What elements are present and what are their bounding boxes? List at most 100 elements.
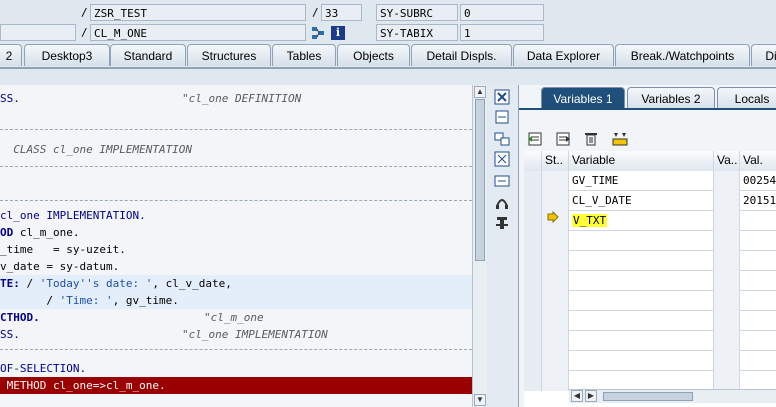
table-row-empty[interactable] xyxy=(524,231,776,251)
row-selector[interactable] xyxy=(524,191,542,211)
row-selector[interactable] xyxy=(524,371,542,391)
variable-cell[interactable] xyxy=(569,231,714,251)
variable-cell[interactable] xyxy=(569,311,714,331)
value-cell[interactable] xyxy=(740,351,776,371)
scroll-down-button[interactable]: ▼ xyxy=(474,394,486,406)
tab-standard[interactable]: Standard xyxy=(110,44,186,66)
code-line-2[interactable]: CLASS cl_one IMPLEMENTATION xyxy=(0,141,472,158)
sysfield-name-2[interactable]: SY-TABIX xyxy=(376,24,458,41)
row-selector[interactable] xyxy=(524,231,542,251)
value-cell[interactable] xyxy=(740,311,776,331)
tab-objects[interactable]: Objects xyxy=(337,44,410,66)
tab-break-watchpoints[interactable]: Break./Watchpoints xyxy=(615,44,750,66)
row-selector[interactable] xyxy=(524,331,542,351)
editor-vertical-scrollbar[interactable]: ▲ ▼ xyxy=(472,85,487,407)
table-row[interactable]: GV_TIME 00254 xyxy=(524,171,776,191)
column-header-status[interactable]: St.. xyxy=(542,151,569,171)
program-name-field[interactable]: ZSR_TEST xyxy=(90,4,306,21)
row-selector-header[interactable] xyxy=(524,151,542,171)
row-selector[interactable] xyxy=(524,351,542,371)
tab-variables-1[interactable]: Variables 1 xyxy=(541,87,625,109)
table-row-empty[interactable] xyxy=(524,291,776,311)
sysfield-value-1[interactable]: 0 xyxy=(460,4,544,21)
value-cell[interactable]: 00254 xyxy=(740,171,776,191)
row-selector[interactable] xyxy=(524,211,542,231)
tab-structures[interactable]: Structures xyxy=(187,44,271,66)
debugger-settings-icon[interactable] xyxy=(493,215,511,231)
hierarchy-icon[interactable] xyxy=(311,26,325,40)
table-row-empty[interactable] xyxy=(524,271,776,291)
services-icon[interactable] xyxy=(493,194,511,210)
variable-cell[interactable] xyxy=(569,371,714,391)
sysfield-name-1[interactable]: SY-SUBRC xyxy=(376,4,458,21)
variables-horizontal-scrollbar[interactable]: ◀ ▶ xyxy=(569,389,776,403)
table-row-empty[interactable] xyxy=(524,311,776,331)
code-line-3[interactable]: cl_one IMPLEMENTATION. xyxy=(0,207,472,224)
tab-locals[interactable]: Locals xyxy=(717,87,776,109)
code-line-4[interactable]: OD cl_m_one. xyxy=(0,224,472,241)
variable-cell-selected[interactable]: V_TXT xyxy=(569,211,714,231)
table-row-empty[interactable] xyxy=(524,371,776,391)
row-selector[interactable] xyxy=(524,291,542,311)
variable-cell[interactable] xyxy=(569,331,714,351)
table-row-empty[interactable] xyxy=(524,351,776,371)
source-editor[interactable]: SS. "cl_one DEFINITION CLASS cl_one IMPLE… xyxy=(0,85,472,407)
column-header-val[interactable]: Val. xyxy=(740,151,776,171)
tab-2[interactable]: 2 xyxy=(0,44,22,66)
code-line-8[interactable]: / 'Time: ', gv_time. xyxy=(0,292,472,309)
code-line-6[interactable]: v_date = sy-datum. xyxy=(0,258,472,275)
current-execution-line[interactable]: METHOD cl_one=>cl_m_one. xyxy=(0,377,472,394)
variable-cell[interactable] xyxy=(569,291,714,311)
full-screen-icon[interactable] xyxy=(493,173,511,189)
tab-di[interactable]: Di xyxy=(751,44,776,66)
scroll-right-button[interactable]: ▶ xyxy=(585,390,597,402)
code-line-5[interactable]: _time = sy-uzeit. xyxy=(0,241,472,258)
tab-tables[interactable]: Tables xyxy=(272,44,336,66)
value-cell[interactable] xyxy=(740,371,776,391)
value-cell[interactable] xyxy=(740,231,776,251)
column-header-va[interactable]: Va.. xyxy=(714,151,740,171)
value-cell[interactable] xyxy=(740,251,776,271)
row-selector[interactable] xyxy=(524,311,542,331)
value-cell[interactable] xyxy=(740,291,776,311)
scroll-thumb[interactable] xyxy=(475,99,485,261)
tab-data-explorer[interactable]: Data Explorer xyxy=(513,44,614,66)
sort-icon[interactable] xyxy=(611,131,628,147)
sysfield-value-2[interactable]: 1 xyxy=(460,24,544,41)
value-cell[interactable]: 20151 xyxy=(740,191,776,211)
value-cell[interactable] xyxy=(740,271,776,291)
new-tool-icon[interactable] xyxy=(493,109,511,125)
swap-tool-icon[interactable] xyxy=(493,131,511,147)
table-row-empty[interactable] xyxy=(524,251,776,271)
delete-icon[interactable] xyxy=(583,131,599,147)
horizontal-scroll-thumb[interactable] xyxy=(603,392,693,401)
variable-cell[interactable]: CL_V_DATE xyxy=(569,191,714,211)
code-line-10[interactable]: SS. "cl_one IMPLEMENTATION xyxy=(0,326,472,343)
table-row-empty[interactable] xyxy=(524,331,776,351)
tab-variables-2[interactable]: Variables 2 xyxy=(627,87,715,109)
code-line-1[interactable]: SS. "cl_one DEFINITION xyxy=(0,90,472,107)
value-cell[interactable] xyxy=(740,331,776,351)
variable-cell[interactable] xyxy=(569,271,714,291)
code-line-9[interactable]: CTHOD. "cl_m_one xyxy=(0,309,472,326)
tab-detail-displs[interactable]: Detail Displs. xyxy=(411,44,512,66)
code-line-7[interactable]: TE: / 'Today''s date: ', cl_v_date, xyxy=(0,275,472,292)
table-row[interactable]: CL_V_DATE 20151 xyxy=(524,191,776,211)
scroll-left-button[interactable]: ◀ xyxy=(571,390,583,402)
row-selector[interactable] xyxy=(524,271,542,291)
column-header-variable[interactable]: Variable xyxy=(569,151,714,171)
import-variables-icon[interactable] xyxy=(527,131,543,147)
export-variables-icon[interactable] xyxy=(555,131,571,147)
variable-cell[interactable] xyxy=(569,351,714,371)
close-icon[interactable] xyxy=(493,89,511,105)
tab-desktop3[interactable]: Desktop3 xyxy=(24,44,110,66)
scroll-up-button[interactable]: ▲ xyxy=(474,86,486,98)
row-selector[interactable] xyxy=(524,171,542,191)
line-number-field[interactable]: 33 xyxy=(321,4,362,21)
value-cell[interactable] xyxy=(740,211,776,231)
row-selector[interactable] xyxy=(524,251,542,271)
maximize-icon[interactable] xyxy=(493,151,511,167)
table-row[interactable]: V_TXT xyxy=(524,211,776,231)
variable-cell[interactable]: GV_TIME xyxy=(569,171,714,191)
variable-cell[interactable] xyxy=(569,251,714,271)
